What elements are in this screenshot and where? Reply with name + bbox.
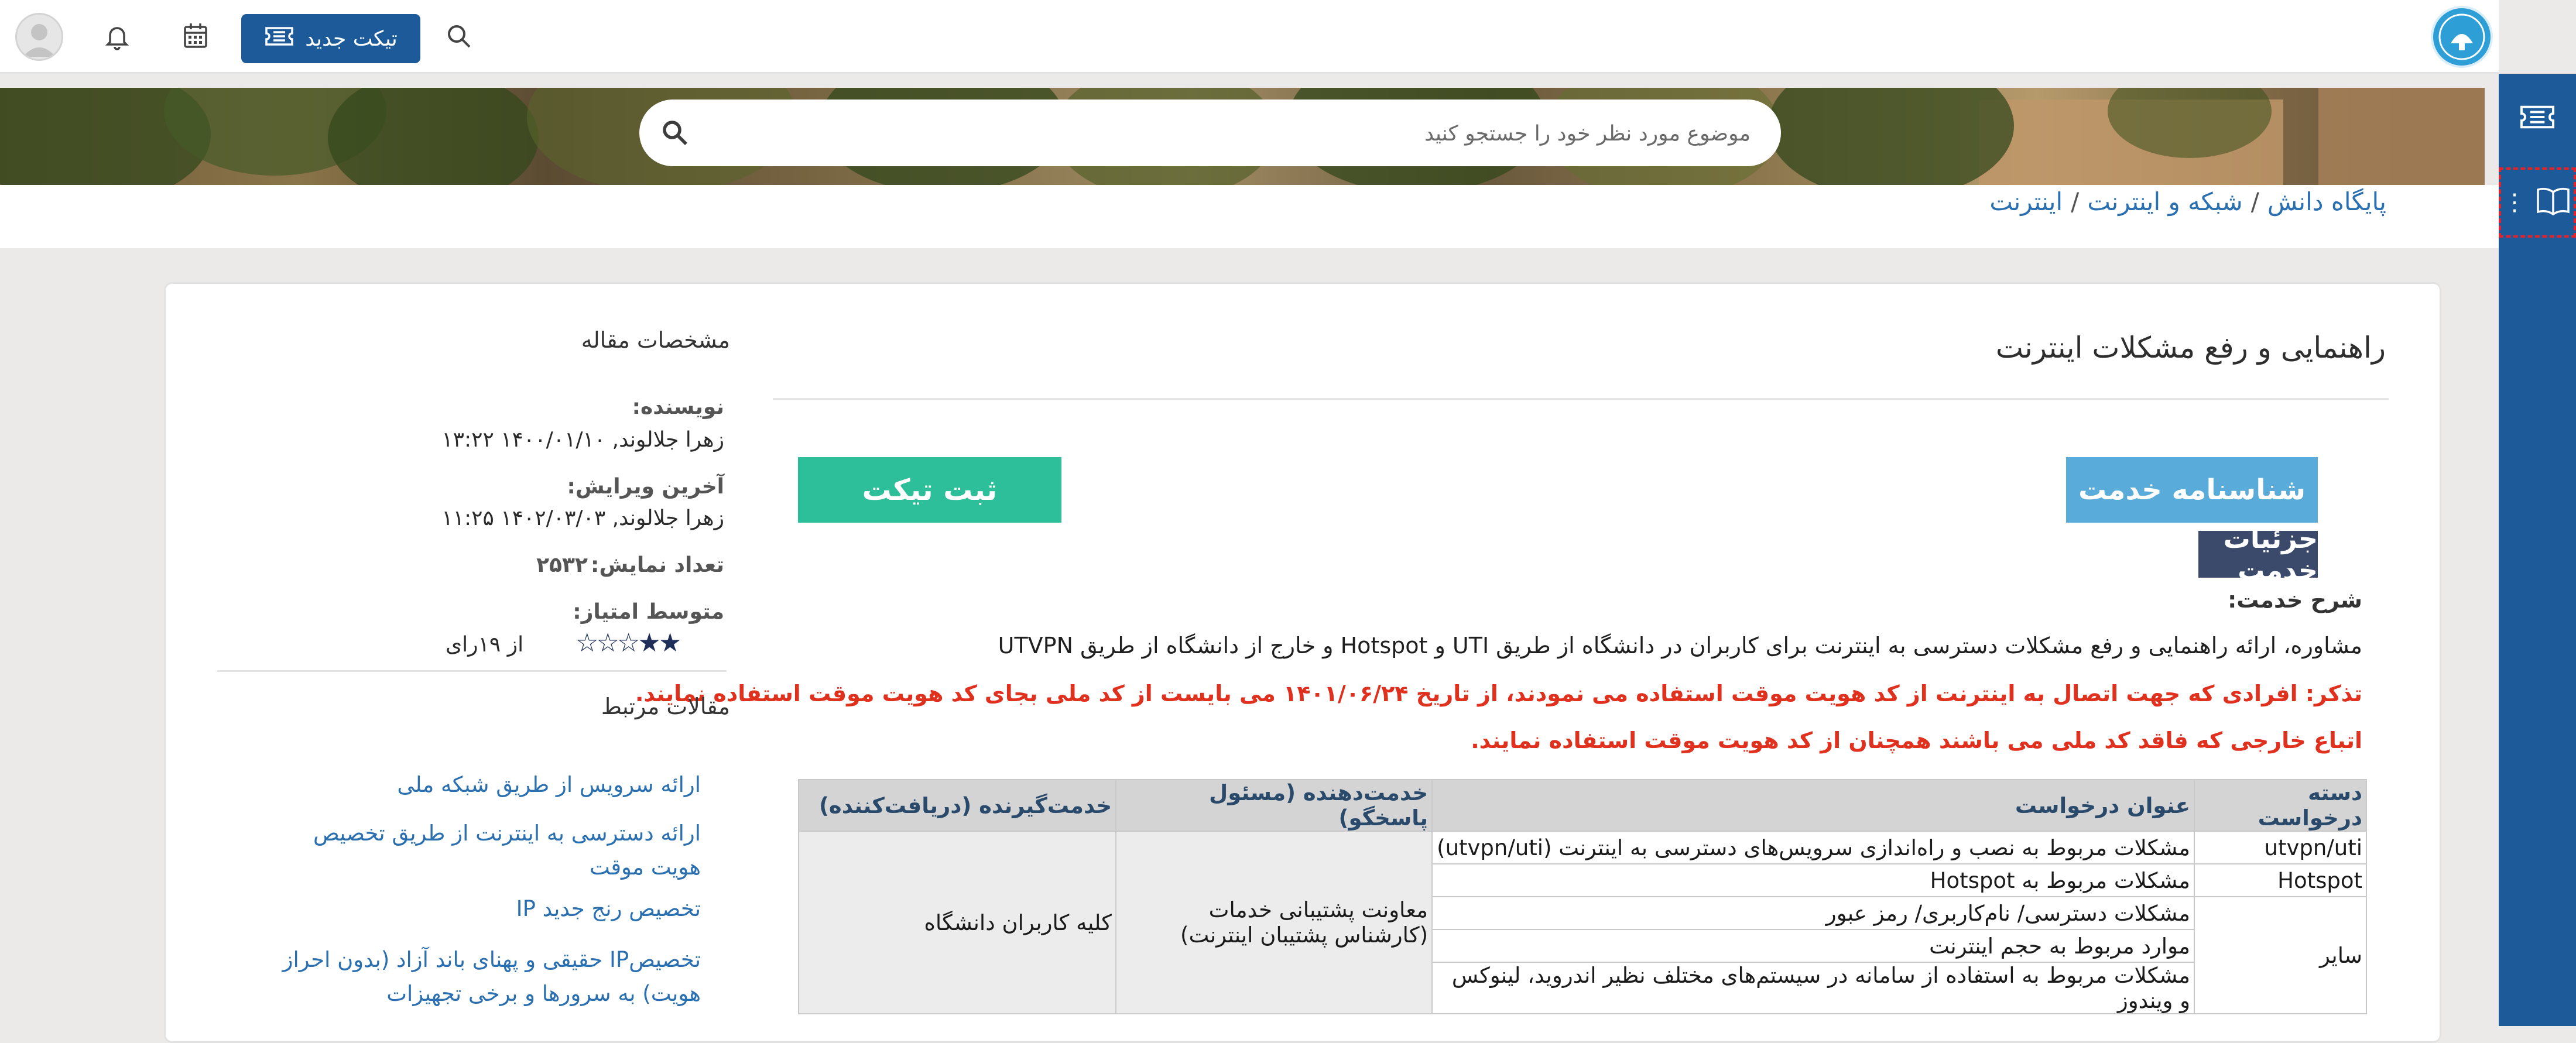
table-cell-title: موارد مربوط به حجم اینترنت xyxy=(1431,929,2195,963)
divider xyxy=(773,398,2389,400)
rating-stars[interactable]: ☆☆☆★★ xyxy=(576,628,682,658)
article-info-heading: مشخصات مقاله xyxy=(581,327,730,353)
table-cell-title: مشکلات مربوط به Hotspot xyxy=(1431,863,2195,897)
related-link[interactable]: تخصیصIP حقیقی و پهنای باند آزاد (بدون اح… xyxy=(256,943,701,1011)
new-ticket-button[interactable]: تیکت جدید xyxy=(241,14,420,63)
star-icon-empty[interactable]: ☆ xyxy=(596,628,619,658)
breadcrumb-item-network[interactable]: شبکه و اینترنت xyxy=(2087,187,2242,216)
breadcrumb-separator: / xyxy=(2250,187,2259,216)
table-cell-title: مشکلات مربوط به نصب و راه‌اندازی سرویس‌ه… xyxy=(1431,831,2195,864)
note-temp-id: تذکر: افرادی که جهت اتصال به اینترنت از … xyxy=(635,681,2362,706)
search-input[interactable] xyxy=(754,100,1752,167)
last-edit-value: زهرا جلالوند, ۱۴۰۲/۰۳/۰۳ ۱۱:۲۵ xyxy=(441,506,724,530)
breadcrumb-item-knowledge-base[interactable]: پایگاه دانش xyxy=(2267,187,2386,216)
service-desc-label: شرح خدمت: xyxy=(2228,587,2362,613)
calendar-icon[interactable] xyxy=(178,19,213,54)
submit-ticket-button[interactable]: ثبت تیکت xyxy=(798,457,1061,523)
author-label: نویسنده: xyxy=(632,395,724,419)
sidebar-item-knowledge-base[interactable]: ⋮ xyxy=(2499,167,2576,238)
column-header-category: دسته درخواست xyxy=(2194,779,2367,832)
table-row: utvpn/uti مشکلات مربوط به نصب و راه‌اندا… xyxy=(798,831,2367,1014)
right-sidebar: ⋮ xyxy=(2499,74,2576,1026)
divider xyxy=(217,670,727,672)
ticket-icon xyxy=(264,25,294,53)
table-cell-category: utvpn/uti xyxy=(2194,831,2367,864)
related-link[interactable]: ارائه دسترسی به اینترنت از طریق تخصیص هو… xyxy=(279,816,701,884)
service-id-badge: شناسنامه خدمت xyxy=(2066,457,2318,523)
star-icon-empty[interactable]: ☆ xyxy=(617,628,640,658)
views-value: ۲۵۳۲ xyxy=(536,553,588,577)
service-desc: مشاوره، ارائه راهنمایی و رفع مشکلات دستر… xyxy=(998,633,2362,658)
page-title: راهنمایی و رفع مشکلات اینترنت xyxy=(1995,331,2386,365)
column-header-title: عنوان درخواست xyxy=(1431,779,2195,832)
column-header-recipient: خدمت‌گیرنده (دریافت‌کننده) xyxy=(798,779,1116,832)
bell-icon[interactable] xyxy=(100,19,135,54)
breadcrumb: پایگاه دانش/شبکه و اینترنت/اینترنت xyxy=(0,185,2499,248)
views-label: تعداد نمایش: xyxy=(591,553,724,577)
article-card: راهنمایی و رفع مشکلات اینترنت ثبت تیکت ش… xyxy=(164,282,2441,1043)
ticket-icon xyxy=(2519,102,2556,134)
avatar[interactable] xyxy=(15,13,63,61)
table-cell-category: Hotspot xyxy=(2194,863,2367,897)
search-bar xyxy=(639,100,1781,167)
note-foreign-nationals: اتباع خارجی که فاقد کد ملی می باشند همچن… xyxy=(1471,728,2362,753)
book-icon xyxy=(2534,185,2572,220)
table-cell-category: سایر xyxy=(2194,896,2367,1014)
rating-label: متوسط امتیاز: xyxy=(573,600,724,624)
star-icon-filled[interactable]: ★ xyxy=(659,628,682,658)
table-cell-provider: معاونت پشتیبانی خدمات (کارشناس پشتیبان ا… xyxy=(1115,831,1433,1014)
kebab-icon: ⋮ xyxy=(2503,189,2526,216)
breadcrumb-item-internet[interactable]: اینترنت xyxy=(1989,187,2063,216)
column-header-provider: خدمت‌دهنده (مسئول پاسخگو) xyxy=(1115,779,1433,832)
university-logo[interactable] xyxy=(2431,6,2493,68)
top-bar: تیکت جدید xyxy=(0,0,2499,74)
views-row: تعداد نمایش: ۲۵۳۲ xyxy=(536,553,724,577)
table-cell-title: مشکلات مربوط به استفاده از سامانه در سیس… xyxy=(1431,962,2195,1014)
star-icon-filled[interactable]: ★ xyxy=(638,628,661,658)
author-value: زهرا جلالوند, ۱۴۰۰/۰۱/۱۰ ۱۳:۲۲ xyxy=(441,428,724,452)
search-icon[interactable] xyxy=(441,19,477,54)
related-link[interactable]: ارائه سرویس از طریق شبکه ملی xyxy=(397,772,701,797)
breadcrumb-separator: / xyxy=(2071,187,2080,216)
rating-votes: از ۱۹رای xyxy=(446,633,524,657)
table-header-row: دسته درخواست عنوان درخواست خدمت‌دهنده (م… xyxy=(798,779,2367,832)
sidebar-item-tickets[interactable] xyxy=(2499,83,2576,153)
table-cell-title: مشکلات دسترسی/ نام‌کاربری/ رمز عبور xyxy=(1431,896,2195,930)
related-articles-heading: مقالات مرتبط xyxy=(601,694,730,719)
table-cell-recipient: کلیه کاربران دانشگاه xyxy=(798,831,1116,1014)
last-edit-label: آخرین ویرایش: xyxy=(567,475,724,499)
service-table: دسته درخواست عنوان درخواست خدمت‌دهنده (م… xyxy=(798,779,2367,1014)
service-details-badge: جزئیات خدمت xyxy=(2198,523,2318,586)
new-ticket-label: تیکت جدید xyxy=(305,26,398,51)
search-icon[interactable] xyxy=(659,117,691,149)
star-icon-empty[interactable]: ☆ xyxy=(576,628,599,658)
related-link[interactable]: تخصیص رنج جدید IP xyxy=(516,896,701,921)
